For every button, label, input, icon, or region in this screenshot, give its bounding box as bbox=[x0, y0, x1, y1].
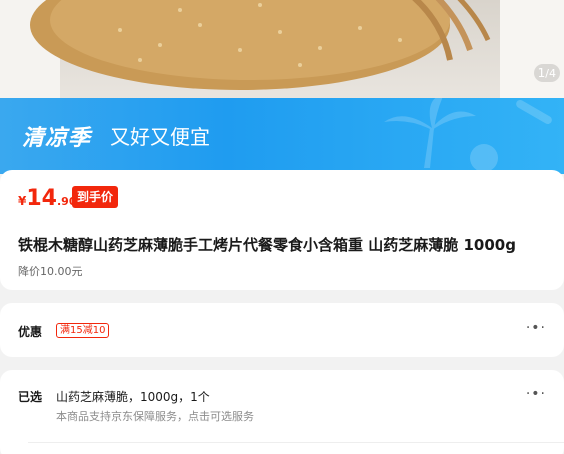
final-price-badge: 到手价 bbox=[72, 186, 119, 208]
divider bbox=[28, 442, 564, 443]
product-image-gallery[interactable]: 1/4 bbox=[0, 0, 564, 100]
price-integer: 14 bbox=[26, 186, 57, 211]
price-card: ¥14.90 到手价 铁棍木糖醇山药芝麻薄脆手工烤片代餐零食小含箱重 山药芝麻薄… bbox=[0, 170, 564, 290]
banner-subtitle: 又好又便宜 bbox=[110, 125, 210, 149]
selected-spec: 山药芝麻薄脆，1000g，1个 bbox=[56, 390, 210, 404]
product-title: 铁棍木糖醇山药芝麻薄脆手工烤片代餐零食小含箱重 山药芝麻薄脆 1000g bbox=[18, 236, 516, 254]
selection-label: 已选 bbox=[18, 390, 43, 404]
promotion-label: 优惠 bbox=[18, 325, 43, 339]
more-options-icon[interactable]: ·•· bbox=[526, 386, 546, 402]
gallery-page-indicator: 1/4 bbox=[533, 64, 560, 82]
promo-banner[interactable]: 清凉季 又好又便宜 bbox=[0, 98, 564, 174]
promotion-row[interactable]: 优惠 满15减10 ·•· bbox=[0, 303, 564, 357]
banner-title: 清凉季 bbox=[22, 126, 92, 151]
service-note: 本商品支持京东保障服务，点击可选服务 bbox=[56, 410, 254, 423]
product-photo bbox=[0, 0, 564, 100]
selection-row[interactable]: 已选 山药芝麻薄脆，1000g，1个 本商品支持京东保障服务，点击可选服务 ·•… bbox=[0, 370, 564, 454]
final-price: ¥14.90 bbox=[18, 186, 76, 211]
gallery-total: /4 bbox=[545, 67, 556, 80]
palm-tree-icon bbox=[384, 98, 552, 172]
price-drop-note: 降价10.00元 bbox=[18, 265, 83, 278]
coupon-badge[interactable]: 满15减10 bbox=[56, 323, 110, 338]
more-options-icon[interactable]: ·•· bbox=[526, 320, 546, 336]
